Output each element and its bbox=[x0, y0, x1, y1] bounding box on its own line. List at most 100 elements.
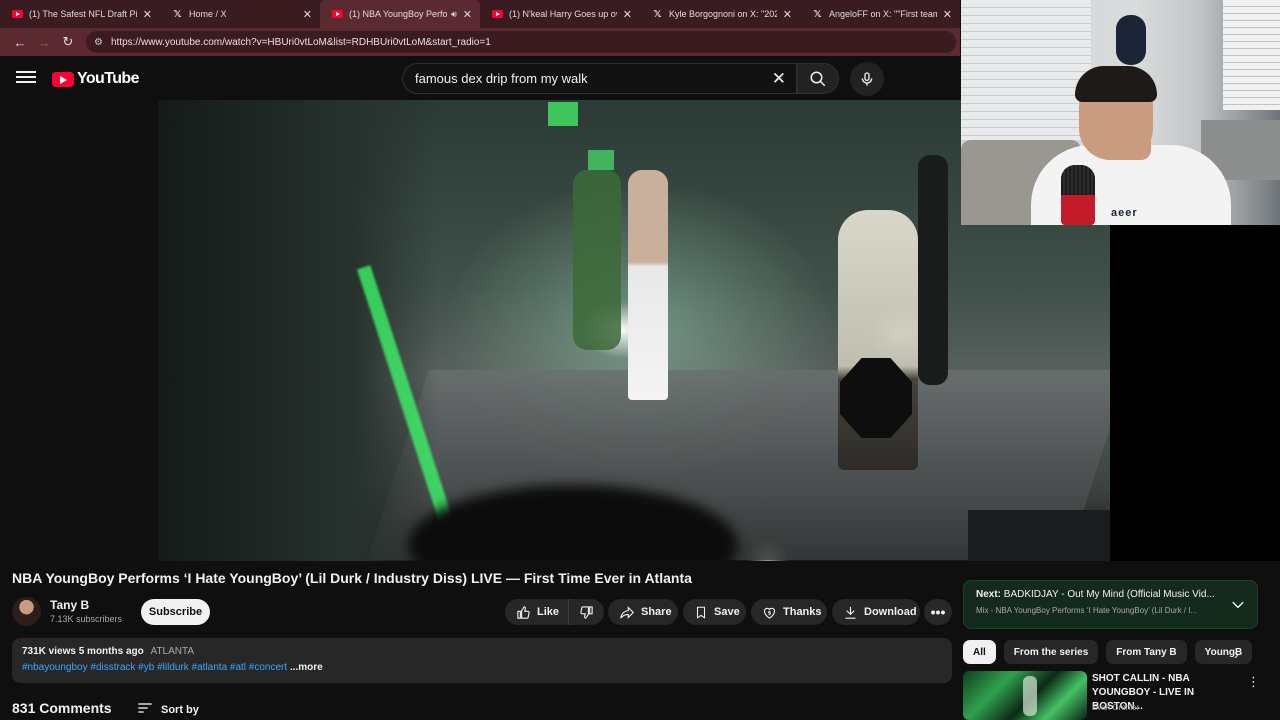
webcam-window bbox=[1223, 0, 1280, 110]
close-tab-icon[interactable]: ✕ bbox=[783, 8, 792, 21]
more-vertical-icon[interactable]: ⋮ bbox=[1247, 674, 1260, 690]
chip-all[interactable]: All bbox=[963, 640, 996, 664]
address-bar: ← → ↻ ⚙ https://www.youtube.com/watch?v=… bbox=[0, 28, 960, 56]
tab-title: Kyle Borgognoni on X: "2026 R bbox=[669, 9, 777, 19]
webcam-shirt-text: aeer bbox=[1111, 207, 1138, 219]
share-icon bbox=[620, 605, 635, 619]
youtube-logo-icon bbox=[52, 71, 74, 87]
sort-icon bbox=[138, 703, 152, 713]
save-label: Save bbox=[714, 606, 740, 618]
download-label: Download bbox=[864, 606, 917, 618]
tab-title: (1) N'keal Harry Goes up over J bbox=[509, 9, 617, 19]
microphone-icon bbox=[861, 72, 873, 86]
site-info-icon[interactable]: ⚙ bbox=[94, 37, 103, 48]
bookmark-icon bbox=[696, 606, 706, 619]
browser-tab-strip: (1) The Safest NFL Draft Pick is ✕ 𝕏 Hom… bbox=[0, 0, 960, 28]
view-count: 731K views bbox=[22, 646, 76, 657]
more-horizontal-icon: ••• bbox=[930, 604, 946, 620]
youtube-logo[interactable]: YouTube bbox=[52, 70, 139, 88]
video-green-light bbox=[548, 102, 578, 126]
save-button[interactable]: Save bbox=[683, 599, 746, 625]
sort-comments-button[interactable]: Sort by bbox=[137, 702, 199, 717]
sort-label: Sort by bbox=[161, 703, 199, 716]
reload-icon[interactable]: ↻ bbox=[56, 30, 80, 54]
search-icon bbox=[810, 71, 826, 86]
recommendation-thumbnail[interactable] bbox=[963, 671, 1087, 720]
tab-title: (1) NBA YoungBoy Perform bbox=[349, 9, 448, 19]
dislike-button[interactable] bbox=[568, 599, 604, 625]
mix-title: Mix - NBA YoungBoy Performs ‘I Hate Youn… bbox=[976, 606, 1198, 615]
close-tab-icon[interactable]: ✕ bbox=[303, 8, 312, 21]
logo-text: YouTube bbox=[77, 70, 139, 87]
search-button[interactable] bbox=[797, 63, 839, 94]
share-label: Share bbox=[641, 606, 672, 618]
search-value: famous dex drip from my walk bbox=[415, 71, 588, 86]
video-person bbox=[918, 155, 948, 385]
browser-tab[interactable]: (1) The Safest NFL Draft Pick is ✕ bbox=[0, 0, 160, 28]
tab-title: Home / X bbox=[189, 9, 227, 19]
next-up-panel[interactable]: Next: BADKIDJAY - Out My Mind (Official … bbox=[963, 580, 1258, 629]
close-tab-icon[interactable]: ✕ bbox=[623, 8, 632, 21]
youtube-icon bbox=[12, 10, 23, 18]
youtube-icon bbox=[332, 10, 343, 18]
heart-dollar-icon: $ bbox=[763, 607, 776, 619]
browser-tab[interactable]: 𝕏 AngeloFF on X: ""First team All ✕ bbox=[800, 0, 960, 28]
browser-tab[interactable]: 𝕏 Kyle Borgognoni on X: "2026 R ✕ bbox=[640, 0, 800, 28]
share-button[interactable]: Share bbox=[608, 599, 678, 625]
x-icon: 𝕏 bbox=[813, 8, 822, 20]
voice-search-button[interactable] bbox=[850, 62, 884, 96]
chip-from-series[interactable]: From the series bbox=[1003, 640, 1099, 664]
upload-age: 5 months ago bbox=[78, 646, 144, 657]
more-actions-button[interactable]: ••• bbox=[924, 599, 952, 625]
chip-from-channel[interactable]: From Tany B bbox=[1106, 640, 1187, 664]
clear-search-icon[interactable]: ✕ bbox=[772, 69, 786, 89]
avatar[interactable] bbox=[12, 596, 41, 626]
webcam-microphone-grille bbox=[1061, 165, 1095, 195]
close-tab-icon[interactable]: ✕ bbox=[463, 8, 472, 21]
close-tab-icon[interactable]: ✕ bbox=[143, 8, 152, 21]
x-icon: 𝕏 bbox=[173, 8, 182, 20]
speaker-icon[interactable]: 🔊︎ bbox=[451, 9, 457, 20]
youtube-icon bbox=[492, 10, 503, 18]
comments-count: 831 Comments bbox=[12, 700, 112, 716]
hashtags[interactable]: #nbayoungboy #disstrack #yb #lildurk #at… bbox=[22, 662, 287, 673]
close-tab-icon[interactable]: ✕ bbox=[943, 8, 952, 21]
url-field[interactable]: ⚙ https://www.youtube.com/watch?v=HBUri0… bbox=[86, 31, 956, 53]
forward-icon[interactable]: → bbox=[32, 30, 56, 54]
browser-tab[interactable]: 𝕏 Home / X ✕ bbox=[160, 0, 320, 28]
screen: (1) The Safest NFL Draft Pick is ✕ 𝕏 Hom… bbox=[0, 0, 1280, 720]
chevron-down-icon[interactable] bbox=[1231, 597, 1245, 615]
video-crowd bbox=[158, 100, 438, 561]
back-icon[interactable]: ← bbox=[8, 30, 32, 54]
description-box[interactable]: 731K views 5 months ago ATLANTA #nbayoun… bbox=[12, 638, 952, 683]
location-tag[interactable]: ATLANTA bbox=[151, 646, 195, 657]
thanks-button[interactable]: $ Thanks bbox=[751, 599, 827, 625]
video-performer bbox=[628, 170, 668, 400]
subscriber-count: 7.13K subscribers bbox=[50, 614, 123, 624]
chevron-right-icon[interactable]: › bbox=[1234, 646, 1239, 662]
svg-text:$: $ bbox=[768, 610, 772, 616]
like-label: Like bbox=[537, 606, 560, 618]
search-input[interactable]: famous dex drip from my walk ✕ bbox=[402, 63, 797, 94]
thumbs-down-icon bbox=[580, 605, 593, 619]
video-person bbox=[573, 170, 621, 350]
youtube-header: YouTube famous dex drip from my walk ✕ bbox=[0, 56, 960, 100]
browser-tab[interactable]: (1) N'keal Harry Goes up over J ✕ bbox=[480, 0, 640, 28]
channel-name[interactable]: Tany B bbox=[50, 598, 122, 612]
thumbs-up-icon bbox=[517, 605, 530, 619]
like-button[interactable]: Like bbox=[505, 599, 568, 625]
channel-info: Tany B 7.13K subscribers bbox=[12, 596, 122, 626]
recommendation-channel[interactable]: Evan Grenier bbox=[1092, 703, 1139, 712]
thanks-label: Thanks bbox=[783, 606, 822, 618]
menu-icon[interactable] bbox=[16, 68, 36, 88]
download-icon bbox=[845, 606, 856, 619]
video-monitor bbox=[968, 510, 1110, 561]
video-green-light bbox=[588, 150, 614, 170]
subscribe-button[interactable]: Subscribe bbox=[141, 599, 210, 625]
browser-tab-active[interactable]: (1) NBA YoungBoy Perform 🔊︎ ✕ bbox=[320, 0, 480, 28]
show-more-link[interactable]: ...more bbox=[290, 662, 323, 673]
url-text: https://www.youtube.com/watch?v=HBUri0vt… bbox=[110, 36, 491, 48]
next-title: BADKIDJAY - Out My Mind (Official Music … bbox=[1003, 589, 1215, 600]
download-button[interactable]: Download bbox=[832, 599, 920, 625]
chip-youngboy[interactable]: YoungB bbox=[1194, 640, 1253, 664]
